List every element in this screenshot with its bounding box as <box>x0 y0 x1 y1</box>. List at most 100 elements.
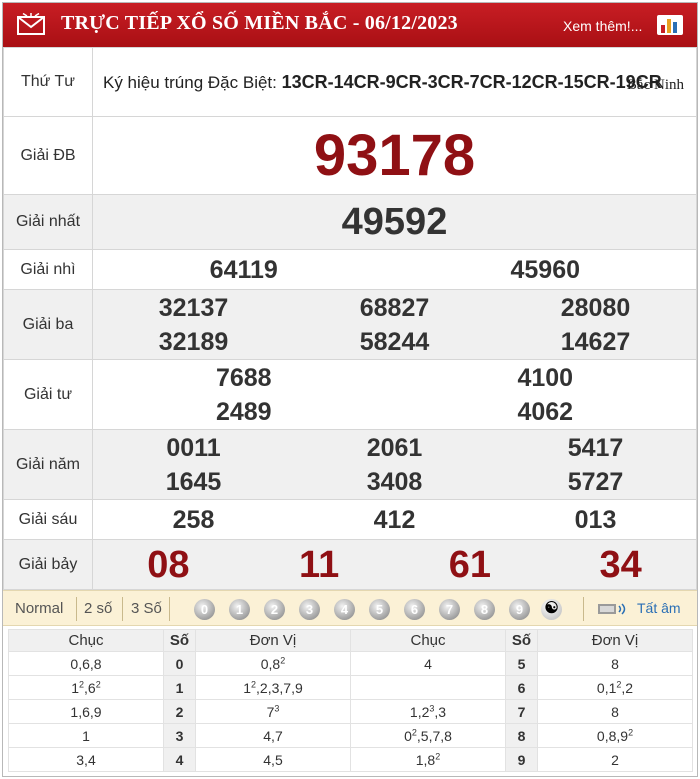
digit-filter-5[interactable]: 5 <box>369 599 390 620</box>
digit-filter-0[interactable]: 0 <box>194 599 215 620</box>
prize-label: Giải nhất <box>3 194 93 250</box>
loto-cell: 0,6,8 <box>8 651 164 676</box>
loto-cell: 4,5 <box>195 747 351 772</box>
results-table: Thứ Tư Ký hiệu trúng Đặc Biệt: 13CR-14CR… <box>3 47 697 590</box>
loto-cell <box>350 675 506 700</box>
prize-number: 08 <box>147 543 190 586</box>
table-row: 3,4 4 4,5 1,82 9 2 <box>8 747 693 772</box>
prize-row-ba: Giải ba 32137 68827 28080 32189 58244 14… <box>3 289 697 360</box>
loto-cell: 1,23,3 <box>350 699 506 724</box>
loto-cell: 3,4 <box>8 747 164 772</box>
loto-cell: 4,7 <box>195 723 351 748</box>
mail-icon[interactable] <box>17 13 45 35</box>
prize-number: 258 <box>172 505 215 534</box>
prize-number: 34 <box>599 543 642 586</box>
table-row: 0,6,8 0 0,82 4 5 8 <box>8 651 693 676</box>
loto-cell: 2 <box>537 747 693 772</box>
divider <box>76 597 77 621</box>
prize-number: 4062 <box>517 397 574 426</box>
chart-icon[interactable] <box>657 15 683 35</box>
option-3-digits[interactable]: 3 Số <box>131 600 162 617</box>
special-code: Ký hiệu trúng Đặc Biệt: 13CR-14CR-9CR-3C… <box>93 60 696 105</box>
digit-filter-1[interactable]: 1 <box>229 599 250 620</box>
prize-row-nhi: Giải nhì 64119 45960 <box>3 249 697 290</box>
table-row: 1,6,9 2 73 1,23,3 7 8 <box>8 699 693 724</box>
prize-number: 32137 <box>158 293 229 322</box>
prize-number: 7688 <box>215 363 272 392</box>
loto-head-digit: 0 <box>163 651 196 676</box>
prize-row-tu: Giải tư 7688 4100 2489 4062 <box>3 359 697 430</box>
column-header: Chục <box>8 629 164 652</box>
see-more-link[interactable]: Xem thêm!... <box>563 18 642 34</box>
info-row: Thứ Tư Ký hiệu trúng Đặc Biệt: 13CR-14CR… <box>3 47 697 117</box>
display-toolbar: Normal 2 số 3 Số 0 1 2 3 4 5 6 7 8 9 ☯ T… <box>3 590 697 626</box>
loto-cell: 8 <box>537 699 693 724</box>
digit-filter-6[interactable]: 6 <box>404 599 425 620</box>
prize-label: Giải bảy <box>3 539 93 590</box>
digit-filter-2[interactable]: 2 <box>264 599 285 620</box>
prize-label: Giải nhì <box>3 249 93 290</box>
loto-head-digit: 8 <box>505 723 538 748</box>
column-header: Số <box>163 629 196 652</box>
page-title: TRỰC TIẾP XỔ SỐ MIỀN BẮC - 06/12/2023 <box>61 12 458 34</box>
yin-yang-icon[interactable]: ☯ <box>541 599 562 620</box>
divider <box>169 597 170 621</box>
column-header: Số <box>505 629 538 652</box>
loto-cell: 0,82 <box>195 651 351 676</box>
loto-head-digit: 4 <box>163 747 196 772</box>
loto-cell: 4 <box>350 651 506 676</box>
prize-number: 4100 <box>517 363 574 392</box>
loto-cell: 1,6,9 <box>8 699 164 724</box>
prize-number: 1645 <box>165 467 222 496</box>
prize-number: 32189 <box>158 327 229 356</box>
digit-filter-8[interactable]: 8 <box>474 599 495 620</box>
prize-row-nhat: Giải nhất 49592 <box>3 194 697 250</box>
divider <box>583 597 584 621</box>
prize-row-bay: Giải bảy 08 11 61 34 <box>3 539 697 590</box>
prize-row-sau: Giải sáu 258 412 013 <box>3 499 697 540</box>
prize-label: Giải tư <box>3 359 93 430</box>
prize-label: Giải sáu <box>3 499 93 540</box>
special-code-value: 13CR-14CR-9CR-3CR-7CR-12CR-15CR-19CR <box>281 71 662 92</box>
loto-table: Chục Số Đơn Vị Chục Số Đơn Vị 0,6,8 0 0,… <box>8 629 693 772</box>
prize-number: 68827 <box>359 293 430 322</box>
prize-number: 0011 <box>166 433 221 462</box>
loto-cell: 0,8,92 <box>537 723 693 748</box>
loto-head-digit: 1 <box>163 675 196 700</box>
loto-head-digit: 9 <box>505 747 538 772</box>
prize-number: 013 <box>574 505 617 534</box>
prize-label: Giải ĐB <box>3 116 93 195</box>
speaker-icon[interactable] <box>597 601 629 617</box>
prize-number: 2061 <box>366 433 423 462</box>
loto-cell: 73 <box>195 699 351 724</box>
digit-filter-4[interactable]: 4 <box>334 599 355 620</box>
prize-row-db: Giải ĐB 93178 <box>3 116 697 195</box>
digit-filter-3[interactable]: 3 <box>299 599 320 620</box>
play-all-button[interactable]: Tất âm <box>637 600 681 616</box>
loto-cell: 02,5,7,8 <box>350 723 506 748</box>
prize-number: 64119 <box>209 255 278 284</box>
loto-cell: 12,62 <box>8 675 164 700</box>
option-normal[interactable]: Normal <box>15 600 63 617</box>
prize-number: 3408 <box>366 467 423 496</box>
loto-cell: 12,2,3,7,9 <box>195 675 351 700</box>
day-label: Thứ Tư <box>3 47 93 117</box>
digit-filter-7[interactable]: 7 <box>439 599 460 620</box>
loto-cell: 0,12,2 <box>537 675 693 700</box>
loto-cell: 1 <box>8 723 164 748</box>
loto-head-digit: 5 <box>505 651 538 676</box>
digit-filter-9[interactable]: 9 <box>509 599 530 620</box>
prize-number: 14627 <box>560 327 631 356</box>
prize-number: 45960 <box>510 255 581 284</box>
prize-number: 58244 <box>359 327 430 356</box>
special-code-label: Ký hiệu trúng Đặc Biệt: <box>103 72 277 92</box>
prize-row-nam: Giải năm 0011 2061 5417 1645 3408 5727 <box>3 429 697 500</box>
prize-number: 5727 <box>567 467 624 496</box>
loto-head-digit: 7 <box>505 699 538 724</box>
loto-header-row: Chục Số Đơn Vị Chục Số Đơn Vị <box>8 629 693 652</box>
column-header: Chục <box>350 629 506 652</box>
results-panel: TRỰC TIẾP XỔ SỐ MIỀN BẮC - 06/12/2023 Xe… <box>2 2 698 777</box>
option-2-digits[interactable]: 2 số <box>84 600 112 617</box>
loto-head-digit: 3 <box>163 723 196 748</box>
special-prize-number: 93178 <box>313 122 476 188</box>
